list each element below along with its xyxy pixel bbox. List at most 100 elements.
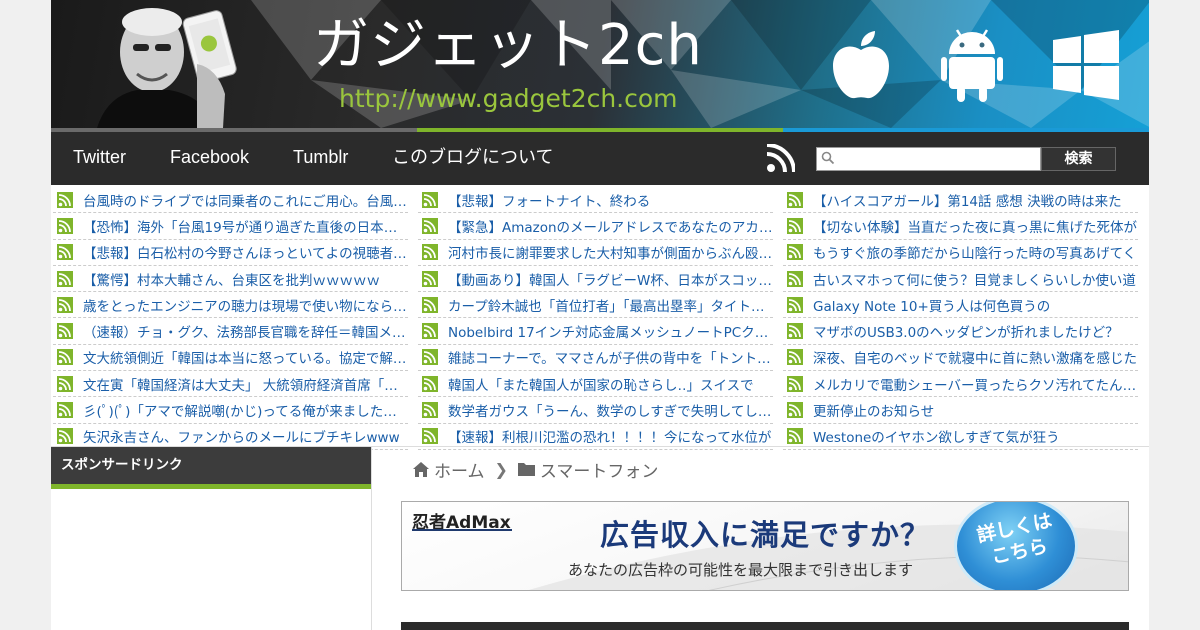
ad-banner[interactable]: 忍者AdMax 広告収入に満足ですか？ あなたの広告枠の可能性を最大限まで引き出… (401, 501, 1129, 591)
link-title[interactable]: 【悲報】フォートナイト、終わる (448, 190, 650, 210)
link-title[interactable]: マザボのUSB3.0のヘッダピンが折れましたけど？ (813, 321, 1119, 341)
link-row[interactable]: 【恐怖】海外「台風19号が通り過ぎた直後の日本…」 (53, 213, 408, 240)
link-row[interactable]: 文在寅「韓国経済は大丈夫」 大統領府経済首席「… (53, 371, 408, 398)
portrait-illustration (97, 8, 237, 128)
feed-icon (787, 244, 803, 261)
breadcrumb-category[interactable]: スマートフォン (540, 457, 659, 482)
feed-icon (787, 375, 803, 392)
link-row[interactable]: 河村市長に謝罪要求した大村知事が側面からぶん殴られる (418, 240, 773, 266)
folder-icon (517, 463, 535, 476)
breadcrumb: ホーム ❯ スマートフォン (413, 456, 658, 482)
site-header[interactable]: ガジェット2ch http://www.gadget2ch.com (51, 0, 1149, 128)
link-row[interactable]: カープ鈴木誠也「首位打者」「最高出塁率」タイトル獲得 (418, 292, 773, 319)
link-title[interactable]: 文在寅「韓国経済は大丈夫」 大統領府経済首席「… (83, 374, 398, 394)
feed-icon (57, 323, 73, 340)
link-row[interactable]: 【悲報】白石松村の今野さんほっといてよの視聴者数が (53, 240, 408, 266)
link-title[interactable]: 【恐怖】海外「台風19号が通り過ぎた直後の日本…」 (83, 216, 408, 236)
feed-icon (57, 428, 73, 445)
link-title[interactable]: もうすぐ旅の季節だから山陰行った時の写真あげてく (813, 242, 1136, 262)
link-row[interactable]: 古いスマホって何に使う？目覚ましくらいしか使い道 (783, 266, 1138, 293)
link-title[interactable]: Galaxy Note 10+買う人は何色買うの (813, 295, 1050, 315)
nav-item-twitter[interactable]: Twitter (73, 132, 126, 185)
link-title[interactable]: 【動画あり】韓国人「ラグビーW杯、日本がスコットランドに (448, 269, 773, 289)
nav-item-facebook[interactable]: Facebook (170, 132, 249, 185)
link-row[interactable]: 数学者ガウス「うーん、数学のしすぎで失明してしまった (418, 397, 773, 424)
feed-icon (787, 191, 803, 208)
search-input[interactable] (816, 147, 1041, 171)
link-title[interactable]: （速報）チョ・グク、法務部長官職を辞任＝韓国メディア (83, 321, 408, 341)
link-title[interactable]: 古いスマホって何に使う？目覚ましくらいしか使い道 (813, 269, 1136, 289)
link-row[interactable]: マザボのUSB3.0のヘッダピンが折れましたけど？ (783, 318, 1138, 345)
link-row[interactable]: 【驚愕】村本大輔さん、台東区を批判ｗｗｗｗｗ (53, 266, 408, 293)
link-row[interactable]: もうすぐ旅の季節だから山陰行った時の写真あげてく (783, 240, 1138, 266)
feed-icon (57, 349, 73, 366)
link-row[interactable]: 歳をとったエンジニアの聴力は現場で使い物にならない (53, 292, 408, 319)
windows-icon (1053, 30, 1119, 100)
link-title[interactable]: 文大統領側近「韓国は本当に怒っている。協定で解決済み (83, 347, 408, 367)
ad-brand-underline (412, 529, 512, 531)
link-row[interactable]: 【切ない体験】当直だった夜に真っ黒に焦げた死体が (783, 213, 1138, 240)
feed-icon (57, 270, 73, 287)
link-row[interactable]: 彡(ﾟ)(ﾟ)「アマで解説嘲(かじ)ってる俺が来ましたで」 (53, 397, 408, 424)
link-title[interactable]: カープ鈴木誠也「首位打者」「最高出塁率」タイトル獲得 (448, 295, 773, 315)
link-row[interactable]: 【動画あり】韓国人「ラグビーW杯、日本がスコットランドに (418, 266, 773, 293)
link-title[interactable]: 矢沢永吉さん、ファンからのメールにブチキレwww (83, 426, 400, 446)
site-title[interactable]: ガジェット2ch (313, 14, 703, 78)
feed-icon (422, 191, 438, 208)
link-title[interactable]: 【緊急】Amazonのメールアドレスであなたのアカウント (448, 216, 773, 236)
nav-item-tumblr[interactable]: Tumblr (293, 132, 348, 185)
breadcrumb-home[interactable]: ホーム (434, 457, 485, 482)
link-title[interactable]: 数学者ガウス「うーん、数学のしすぎで失明してしまった (448, 400, 773, 420)
feed-icon (422, 428, 438, 445)
link-row[interactable]: 文大統領側近「韓国は本当に怒っている。協定で解決済み (53, 345, 408, 372)
link-title[interactable]: 雑誌コーナーで。ママさんが子供の背中を「トントン」 (448, 347, 773, 367)
feed-icon (422, 296, 438, 313)
ad-subtext: あなたの広告枠の可能性を最大限まで引き出します (568, 561, 914, 579)
nav-item-about[interactable]: このブログについて (392, 132, 553, 185)
rss-icon[interactable] (767, 144, 795, 172)
link-title[interactable]: 深夜、自宅のベッドで就寝中に首に熱い激痛を感じた (813, 347, 1137, 367)
search-button[interactable]: 検索 (1041, 147, 1116, 171)
link-column-1: 台風時のドライブでは同乗者のこれにご用心。台風の時は車に乗らない方がいいかも【恐… (53, 187, 408, 450)
link-row[interactable]: Galaxy Note 10+買う人は何色買うの (783, 292, 1138, 319)
feed-icon (57, 217, 73, 234)
link-title[interactable]: Nobelbird 17インチ対応金属メッシュノートPCクーラー (448, 321, 773, 341)
feed-icon (57, 191, 73, 208)
link-column-3: 【ハイスコアガール】第14話 感想 決戦の時は来た 【切ない体験】当直だった夜に真… (783, 187, 1138, 450)
chevron-right-icon: ❯ (494, 459, 508, 479)
link-row[interactable]: 深夜、自宅のベッドで就寝中に首に熱い激痛を感じた (783, 345, 1138, 372)
link-title[interactable]: 韓国人「また韓国人が国家の恥さらし‥」スイスで (448, 374, 754, 394)
link-row[interactable]: Nobelbird 17インチ対応金属メッシュノートPCクーラー (418, 318, 773, 345)
feed-icon (422, 402, 438, 419)
link-row[interactable]: 【ハイスコアガール】第14話 感想 決戦の時は来た (783, 187, 1138, 214)
link-row[interactable]: （速報）チョ・グク、法務部長官職を辞任＝韓国メディア (53, 318, 408, 345)
feed-icon (787, 428, 803, 445)
feed-icon (787, 270, 803, 287)
link-title[interactable]: 彡(ﾟ)(ﾟ)「アマで解説嘲(かじ)ってる俺が来ましたで」 (83, 400, 408, 420)
feed-icon (57, 244, 73, 261)
link-title[interactable]: 【悲報】白石松村の今野さんほっといてよの視聴者数が (83, 242, 408, 262)
feed-icon (422, 349, 438, 366)
link-title[interactable]: 歳をとったエンジニアの聴力は現場で使い物にならない (83, 295, 408, 315)
site-url[interactable]: http://www.gadget2ch.com (339, 84, 678, 114)
link-row[interactable]: 更新停止のお知らせ (783, 397, 1138, 424)
feed-icon (422, 270, 438, 287)
link-title[interactable]: 【ハイスコアガール】第14話 感想 決戦の時は来た (813, 190, 1122, 210)
link-title[interactable]: 【驚愕】村本大輔さん、台東区を批判ｗｗｗｗｗ (83, 269, 380, 289)
link-title[interactable]: Westoneのイヤホン欲しすぎて気が狂う (813, 426, 1060, 446)
link-title[interactable]: 河村市長に謝罪要求した大村知事が側面からぶん殴られる (448, 242, 773, 262)
link-row[interactable]: メルカリで電動シェーバー買ったらクソ汚れてたんだが (783, 371, 1138, 398)
link-row[interactable]: 【悲報】フォートナイト、終わる (418, 187, 773, 214)
feed-icon (422, 375, 438, 392)
sidebar-heading: スポンサードリンク (51, 447, 372, 484)
link-row[interactable]: 雑誌コーナーで。ママさんが子供の背中を「トントン」 (418, 345, 773, 372)
link-row[interactable]: 台風時のドライブでは同乗者のこれにご用心。台風の時は車に乗らない方がいいかも (53, 187, 408, 214)
link-title[interactable]: 【速報】利根川氾濫の恐れ！！！！今になって水位が (448, 426, 771, 446)
link-row[interactable]: 韓国人「また韓国人が国家の恥さらし‥」スイスで (418, 371, 773, 398)
link-title[interactable]: 更新停止のお知らせ (813, 400, 934, 420)
link-row[interactable]: 【緊急】Amazonのメールアドレスであなたのアカウント (418, 213, 773, 240)
link-column-2: 【悲報】フォートナイト、終わる【緊急】Amazonのメールアドレスであなたのアカ… (418, 187, 773, 450)
link-title[interactable]: 台風時のドライブでは同乗者のこれにご用心。台風の時は車に乗らない方がいいかも (83, 190, 408, 210)
link-title[interactable]: 【切ない体験】当直だった夜に真っ黒に焦げた死体が (813, 216, 1137, 236)
link-title[interactable]: メルカリで電動シェーバー買ったらクソ汚れてたんだが (813, 374, 1138, 394)
